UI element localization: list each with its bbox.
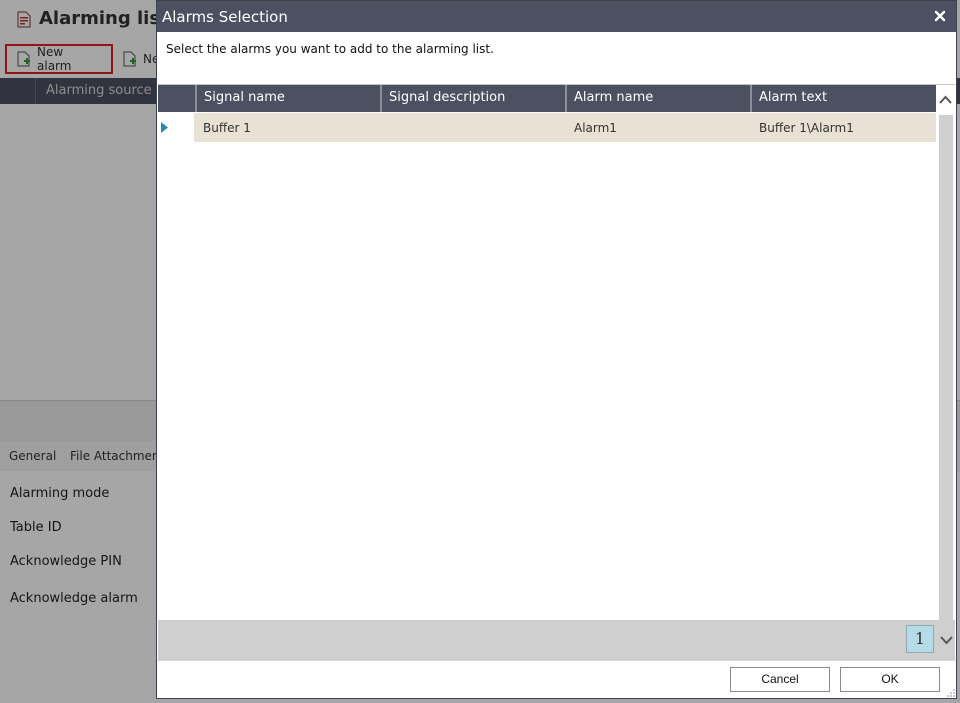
header-signal-name-label: Signal name	[204, 90, 285, 105]
scrollbar-track[interactable]	[939, 115, 953, 621]
page-button[interactable]: 1	[906, 625, 934, 653]
header-signal-description[interactable]: Signal description	[380, 85, 565, 112]
cancel-button[interactable]: Cancel	[730, 667, 830, 692]
header-selector-column	[158, 85, 195, 112]
chevron-down-icon[interactable]	[939, 633, 954, 647]
triangle-right-icon	[161, 122, 168, 133]
chevron-up-icon[interactable]	[938, 93, 953, 107]
ok-button[interactable]: OK	[840, 667, 940, 692]
table-header: Signal name Signal description Alarm nam…	[158, 85, 936, 112]
cell-alarm-name: Alarm1	[574, 121, 617, 135]
close-icon[interactable]	[932, 8, 948, 24]
alarms-selection-dialog: Alarms Selection Select the alarms you w…	[156, 0, 957, 699]
cell-signal-name: Buffer 1	[203, 121, 251, 135]
dialog-title: Alarms Selection	[162, 8, 288, 26]
alarms-table: Signal name Signal description Alarm nam…	[158, 84, 955, 621]
header-signal-description-label: Signal description	[389, 90, 506, 105]
header-alarm-name[interactable]: Alarm name	[565, 85, 750, 112]
dialog-instruction: Select the alarms you want to add to the…	[166, 42, 494, 56]
header-alarm-text-label: Alarm text	[759, 90, 828, 105]
cell-alarm-text: Buffer 1\Alarm1	[759, 121, 854, 135]
row-indicator[interactable]	[158, 113, 194, 142]
header-signal-name[interactable]: Signal name	[195, 85, 380, 112]
dialog-title-bar[interactable]: Alarms Selection	[157, 1, 956, 32]
header-alarm-name-label: Alarm name	[574, 90, 654, 105]
dialog-footer: Cancel OK	[157, 660, 956, 698]
pager-bar: 1	[158, 620, 955, 660]
vertical-scrollbar[interactable]	[936, 85, 955, 621]
resize-grip-icon[interactable]	[947, 689, 955, 697]
table-row[interactable]: Buffer 1 Alarm1 Buffer 1\Alarm1	[194, 113, 936, 142]
header-alarm-text[interactable]: Alarm text	[750, 85, 936, 112]
